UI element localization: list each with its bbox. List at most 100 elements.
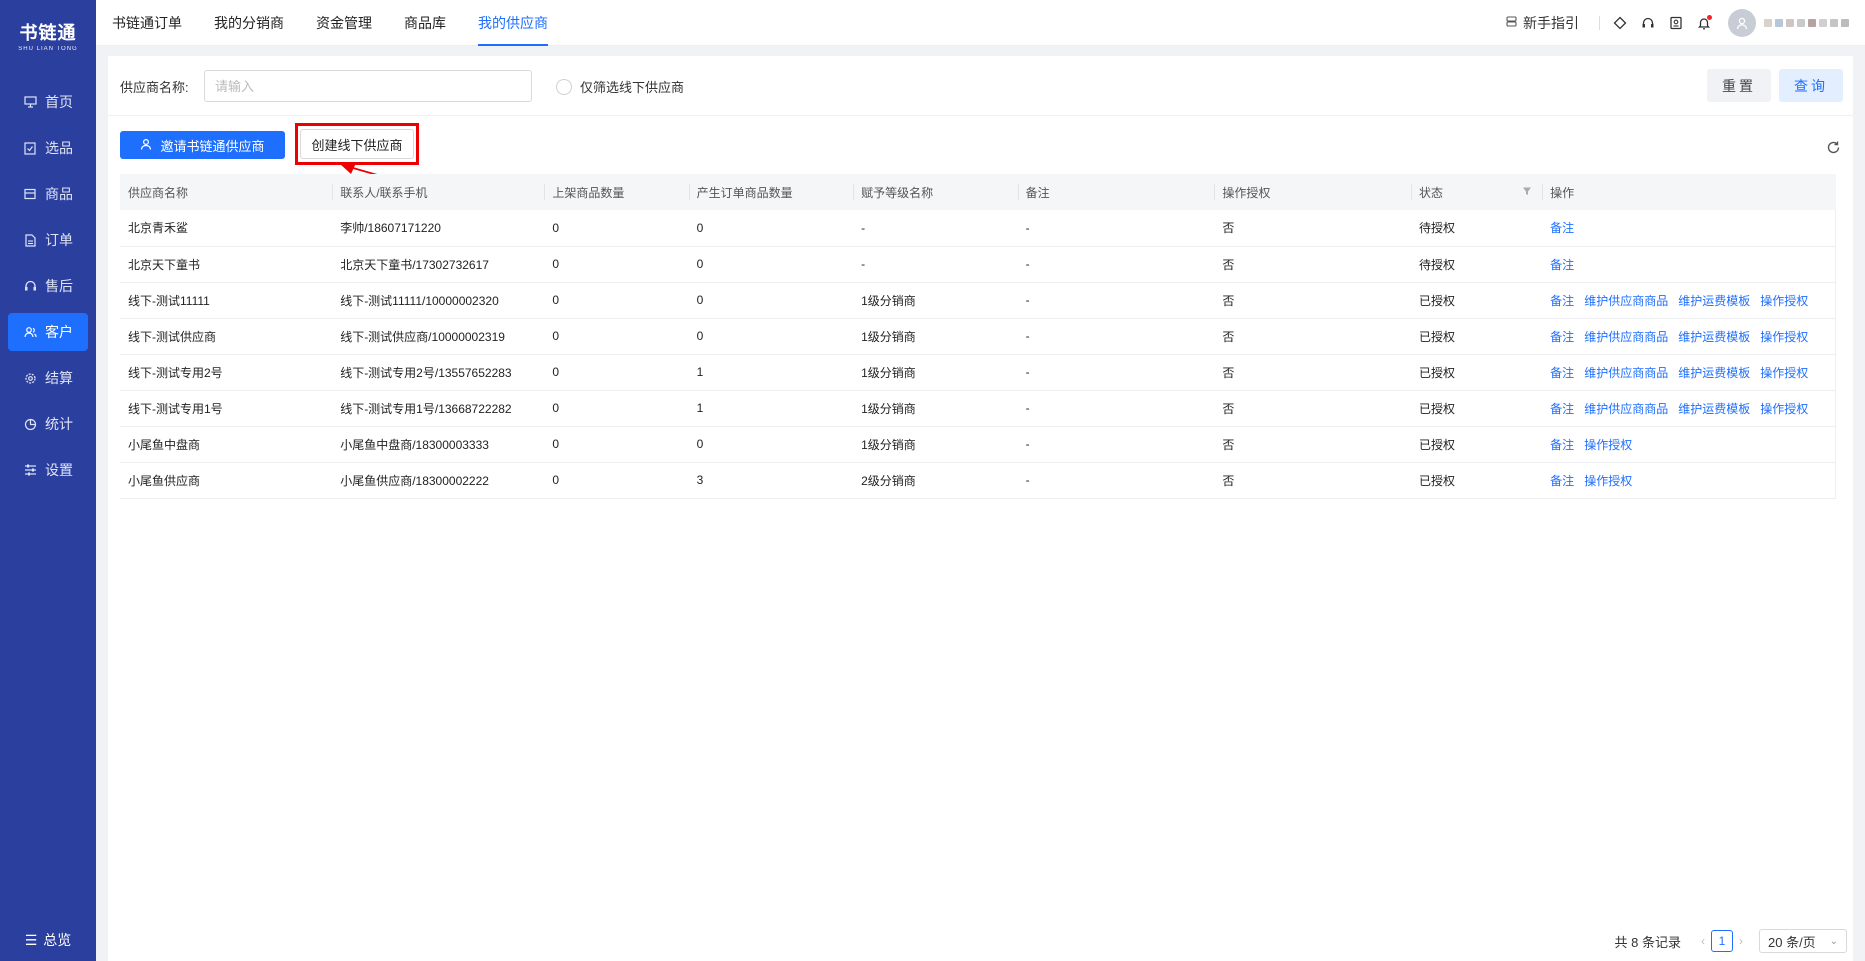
overview-button[interactable]: ☰ 总览 [0, 929, 96, 951]
operation-link[interactable]: 操作授权 [1760, 402, 1808, 416]
sidebar-item-settlement[interactable]: 结算 [8, 359, 88, 397]
level-cell: 1级分销商 [853, 282, 1018, 319]
table-row: 线下-测试专用1号 线下-测试专用1号/13668722282 0 1 1级分销商 - 否已… [120, 390, 1837, 427]
supplier-name-cell: 小尾鱼供应商 [120, 462, 333, 499]
page-size-select[interactable]: 20 条/页 ⌄ [1759, 929, 1847, 953]
top-right-toolbar: 新手指引 [1506, 0, 1865, 46]
sidebar-item-label: 商品 [45, 186, 73, 202]
contact-card-icon[interactable] [1662, 9, 1690, 37]
refresh-icon[interactable] [1826, 140, 1841, 160]
reset-button[interactable]: 重置 [1707, 69, 1771, 102]
offline-only-label: 仅筛选线下供应商 [580, 80, 685, 95]
sidebar-item-label: 订单 [45, 232, 73, 248]
operation-link[interactable]: 备注 [1550, 474, 1574, 488]
contact-cell: 小尾鱼供应商/18300002222 [332, 462, 545, 499]
bell-icon[interactable] [1690, 9, 1718, 37]
user-icon [140, 138, 152, 153]
sidebar-item-statistics[interactable]: 统计 [8, 405, 88, 443]
remark-cell: - [1017, 462, 1215, 499]
headset-icon[interactable] [1634, 9, 1662, 37]
listed-count-cell: 0 [544, 282, 689, 319]
operation-link[interactable]: 维护供应商商品 [1584, 366, 1668, 380]
status-cell: 已授权 [1411, 462, 1543, 499]
level-cell: 1级分销商 [853, 354, 1018, 391]
stack-icon [1506, 16, 1517, 30]
sidebar-item-products[interactable]: 商品 [8, 175, 88, 213]
auth-cell: 否 [1214, 462, 1412, 499]
operation-link[interactable]: 备注 [1550, 294, 1574, 308]
supplier-table: 供应商名称 联系人/联系手机 上架商品数量 产生订单商品数量 赋予等级名称 备注… [120, 174, 1837, 499]
sidebar-item-selection[interactable]: 选品 [8, 129, 88, 167]
tag-icon[interactable] [1606, 9, 1634, 37]
operation-link[interactable]: 备注 [1550, 221, 1574, 235]
app-logo[interactable]: 书链通 SHU LIAN TONG [0, 0, 96, 70]
operation-link[interactable]: 操作授权 [1760, 330, 1808, 344]
table-body: 北京青禾鲨 李帅/18607171220 0 0- - 否待授权 备注 北京天下童书 北京天下童… [120, 210, 1837, 499]
table-header-row: 供应商名称 联系人/联系手机 上架商品数量 产生订单商品数量 赋予等级名称 备注… [120, 174, 1836, 210]
operation-link[interactable]: 备注 [1550, 402, 1574, 416]
status-cell: 待授权 [1411, 210, 1543, 247]
table-row: 线下-测试11111 线下-测试11111/10000002320 0 0 1级分销商 -… [120, 282, 1837, 319]
operation-link[interactable]: 维护运费模板 [1678, 294, 1750, 308]
tab-shulian-orders[interactable]: 书链通订单 [112, 0, 182, 46]
order-icon [23, 233, 37, 247]
beginner-guide-link[interactable]: 新手指引 [1506, 13, 1579, 33]
operation-link[interactable]: 操作授权 [1584, 438, 1632, 452]
tab-fund-management[interactable]: 资金管理 [316, 0, 372, 46]
query-button[interactable]: 查询 [1779, 69, 1843, 102]
current-page-button[interactable]: 1 [1711, 930, 1733, 952]
contact-cell: 李帅/18607171220 [332, 210, 545, 247]
sidebar-item-label: 客户 [45, 324, 73, 340]
operations-cell: 备注 [1542, 210, 1837, 247]
operation-link[interactable]: 操作授权 [1760, 294, 1808, 308]
operation-link[interactable]: 维护供应商商品 [1584, 330, 1668, 344]
operation-link[interactable]: 备注 [1550, 258, 1574, 272]
tab-my-suppliers[interactable]: 我的供应商 [478, 0, 548, 46]
supplier-name-input[interactable] [204, 70, 532, 102]
operation-link[interactable]: 操作授权 [1584, 474, 1632, 488]
filter-bar: 供应商名称: 仅筛选线下供应商 重置 查询 [108, 56, 1853, 116]
level-cell: - [853, 246, 1018, 283]
sidebar-item-home[interactable]: 首页 [8, 83, 88, 121]
tab-product-library[interactable]: 商品库 [404, 0, 446, 46]
sidebar-item-customers[interactable]: 客户 [8, 313, 88, 351]
remark-cell: - [1017, 282, 1215, 319]
sidebar-item-after-sales[interactable]: 售后 [8, 267, 88, 305]
gear-icon [23, 371, 37, 385]
sidebar-item-orders[interactable]: 订单 [8, 221, 88, 259]
page-size-value: 20 条/页 [1768, 934, 1816, 950]
operation-link[interactable]: 备注 [1550, 366, 1574, 380]
invite-supplier-button[interactable]: 邀请书链通供应商 [120, 131, 285, 159]
operation-link[interactable]: 维护运费模板 [1678, 402, 1750, 416]
blurred-username [1764, 19, 1849, 27]
supplier-name-cell: 线下-测试专用2号 [120, 354, 333, 391]
level-cell: 1级分销商 [853, 426, 1018, 463]
operation-link[interactable]: 维护供应商商品 [1584, 402, 1668, 416]
remark-cell: - [1017, 390, 1215, 427]
status-cell: 已授权 [1411, 390, 1543, 427]
operation-link[interactable]: 操作授权 [1760, 366, 1808, 380]
operations-cell: 备注 维护供应商商品 维护运费模板 操作授权 [1542, 318, 1837, 355]
create-offline-supplier-button[interactable]: 创建线下供应商 [300, 129, 414, 159]
operation-link[interactable]: 备注 [1550, 438, 1574, 452]
operation-link[interactable]: 维护运费模板 [1678, 330, 1750, 344]
ordered-count-cell: 3 [688, 462, 854, 499]
operation-link[interactable]: 维护供应商商品 [1584, 294, 1668, 308]
sidebar-item-settings[interactable]: 设置 [8, 451, 88, 489]
sidebar-item-label: 统计 [45, 416, 73, 432]
table-row: 北京青禾鲨 李帅/18607171220 0 0- - 否待授权 备注 [120, 210, 1837, 247]
prev-page-icon[interactable]: ‹ [1701, 934, 1705, 948]
filter-icon[interactable] [1522, 186, 1532, 199]
pagination: 共 8 条记录 ‹ 1 › 20 条/页 ⌄ [1615, 929, 1847, 953]
auth-cell: 否 [1214, 282, 1412, 319]
operations-cell: 备注 维护供应商商品 维护运费模板 操作授权 [1542, 354, 1837, 391]
tab-my-distributors[interactable]: 我的分销商 [214, 0, 284, 46]
user-menu[interactable] [1728, 9, 1849, 37]
operation-link[interactable]: 备注 [1550, 330, 1574, 344]
offline-only-checkbox[interactable]: 仅筛选线下供应商 [556, 77, 684, 96]
remark-cell: - [1017, 354, 1215, 391]
table-row: 小尾鱼中盘商 小尾鱼中盘商/18300003333 0 0 1级分销商 - 否已授权 备注 操作… [120, 426, 1837, 463]
avatar [1728, 9, 1756, 37]
operation-link[interactable]: 维护运费模板 [1678, 366, 1750, 380]
next-page-icon[interactable]: › [1739, 934, 1743, 948]
